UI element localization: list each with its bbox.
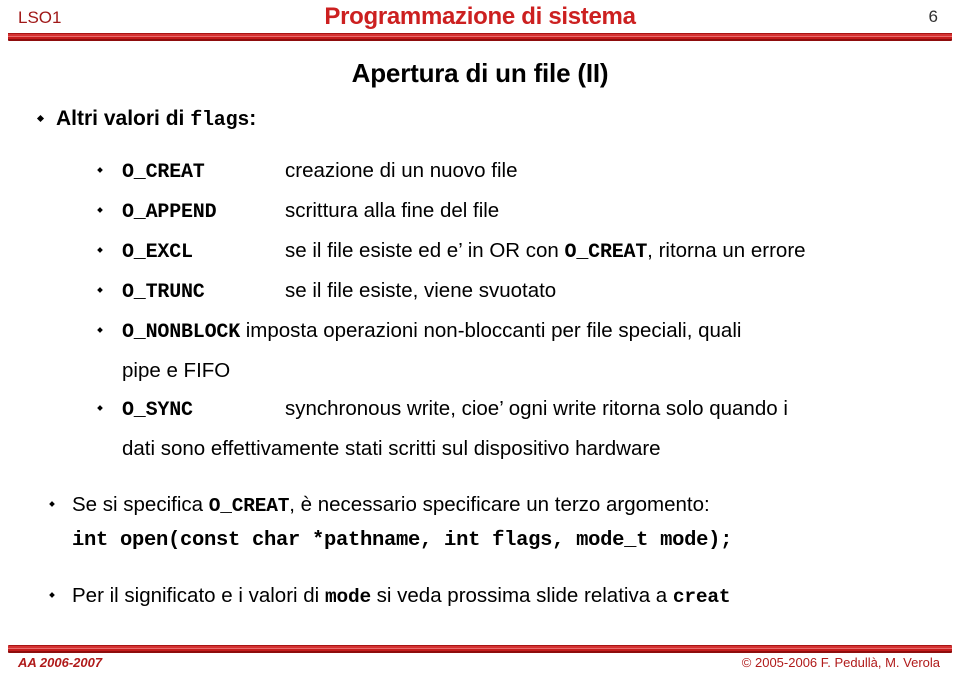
presentation-title: Programmazione di sistema — [324, 3, 636, 30]
note-text-before: Se si specifica — [72, 493, 209, 516]
page-number: 6 — [928, 7, 938, 26]
flag-name: O_SYNC — [122, 399, 193, 422]
diamond-bullet-icon — [49, 592, 55, 598]
inline-code-ocreat: O_CREAT — [208, 495, 290, 517]
inline-code-mode: mode — [324, 586, 371, 608]
flag-description-continuation: dati sono effettivamente stati scritti s… — [122, 437, 661, 460]
flag-description: scrittura alla fine del file — [285, 199, 500, 222]
slide-title: Apertura di un file (II) — [351, 58, 609, 88]
flag-description: synchronous write, cioe’ ogni write rito… — [285, 397, 788, 420]
diamond-bullet-icon — [36, 114, 45, 123]
intro-code-flags: flags — [190, 109, 250, 132]
list-item-flag-ocreat: O_CREAT creazione di un nuovo file — [0, 152, 960, 192]
diamond-bullet-icon — [97, 327, 103, 333]
flag-description-after: , ritorna un errore — [647, 239, 806, 262]
footer-copyright: © 2005-2006 F. Pedullà, M. Verola — [741, 655, 940, 670]
flag-description-before: se il file esiste ed e’ in OR con — [285, 239, 565, 262]
inline-code-creat: creat — [672, 586, 731, 608]
list-item-flag-osync: O_SYNC synchronous write, cioe’ ogni writ… — [0, 390, 960, 430]
flag-name: O_NONBLOCK — [122, 321, 241, 344]
flag-description-continuation: pipe e FIFO — [122, 359, 231, 382]
flag-description: creazione di un nuovo file — [285, 159, 518, 182]
list-item-flag-otrunc: O_TRUNC se il file esiste, viene svuotato — [0, 272, 960, 312]
flag-name: O_APPEND — [122, 201, 217, 224]
bullet-note-mode: Per il significato e i valori di mode si… — [0, 579, 960, 614]
flag-description: se il file esiste, viene svuotato — [285, 279, 557, 302]
footer-divider-rule — [8, 645, 952, 653]
list-item-flag-ononblock: O_NONBLOCK imposta operazioni non-blocca… — [0, 312, 960, 352]
flag-name: O_EXCL — [122, 241, 193, 264]
flag-name: O_TRUNC — [122, 281, 205, 304]
diamond-bullet-icon — [97, 247, 103, 253]
inline-code-ocreat: O_CREAT — [564, 241, 648, 264]
intro-text-before: Altri valori di — [56, 107, 191, 130]
diamond-bullet-icon — [97, 167, 103, 173]
note-text-before: Per il significato e i valori di — [72, 584, 325, 607]
diamond-bullet-icon — [97, 207, 103, 213]
slide-body: Altri valori di flags: O_CREAT creazione … — [0, 104, 960, 614]
flag-name: O_CREAT — [122, 161, 205, 184]
bullet-note-ocreat: Se si specifica O_CREAT, è necessario sp… — [0, 488, 960, 523]
intro-text-after: : — [249, 107, 257, 130]
note-text-middle: si veda prossima slide relativa a — [370, 584, 673, 607]
diamond-bullet-icon — [97, 287, 103, 293]
header-divider-rule — [8, 32, 952, 41]
footer-academic-year: AA 2006-2007 — [18, 655, 103, 670]
bullet-intro: Altri valori di flags: — [0, 104, 960, 136]
list-item-flag-oappend: O_APPEND scrittura alla fine del file — [0, 192, 960, 232]
function-signature: int open(const char *pathname, int flags… — [72, 529, 733, 552]
diamond-bullet-icon — [49, 501, 55, 507]
note-text-after: , è necessario specificare un terzo argo… — [289, 493, 710, 516]
list-item-flag-oexcl: O_EXCL se il file esiste ed e’ in OR con … — [0, 232, 960, 272]
diamond-bullet-icon — [97, 405, 103, 411]
flag-description: imposta operazioni non-bloccanti per fil… — [245, 319, 742, 342]
